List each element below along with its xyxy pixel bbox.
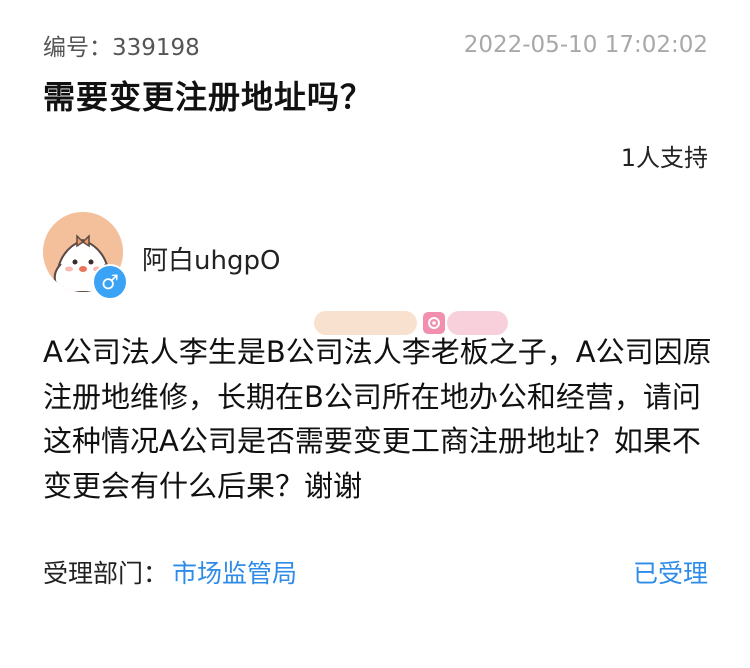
department-link[interactable]: 市场监管局 xyxy=(172,554,297,590)
status-badge: 已受理 xyxy=(632,559,708,588)
question-body: A公司法人李生是B公司法人李老板之子，A公司因原注册地维修，长期在B公司所在地办… xyxy=(43,335,712,503)
question-meta-row: 编号：339198 2022-05-10 17:02:02 xyxy=(43,28,708,62)
department-row: 受理部门： 市场监管局 已受理 xyxy=(43,555,708,589)
user-name[interactable]: 阿白uhgpO xyxy=(142,240,280,277)
question-title: 需要变更注册地址吗？ xyxy=(43,78,374,116)
department-label: 受理部门： xyxy=(43,559,169,588)
male-gender-icon: ♂ xyxy=(92,264,128,300)
submission-timestamp: 2022-05-10 17:02:02 xyxy=(463,32,708,58)
case-number: 编号：339198 xyxy=(43,35,200,61)
support-count[interactable]: 1人支持 xyxy=(621,138,708,173)
